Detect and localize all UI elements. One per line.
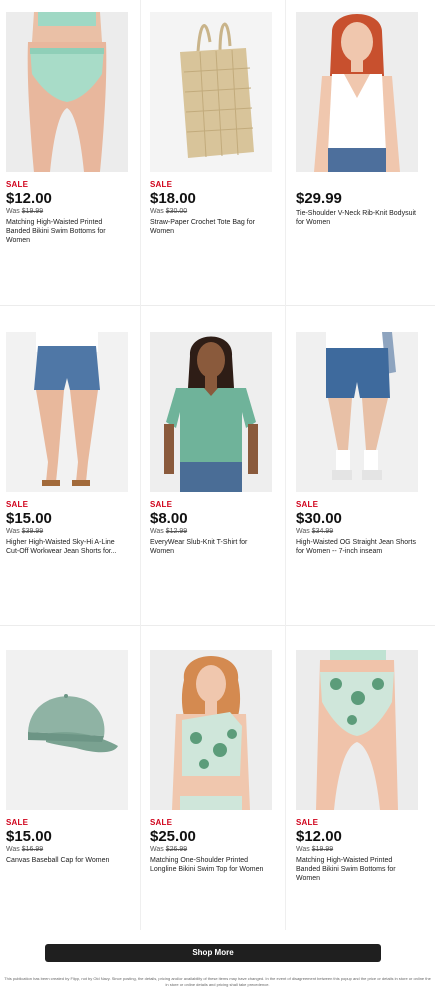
product-image[interactable] <box>296 650 418 810</box>
product-image[interactable] <box>6 332 128 492</box>
sale-label: SALE <box>6 500 29 509</box>
product-card[interactable]: SALE $18.00 Was $30.00 Straw-Paper Croch… <box>150 12 280 312</box>
sale-label: SALE <box>296 818 319 827</box>
was-price: Was $26.99 <box>150 846 188 853</box>
column-divider <box>285 0 286 930</box>
sale-label: SALE <box>150 180 173 189</box>
product-name[interactable]: Matching High-Waisted Printed Banded Bik… <box>296 856 418 883</box>
product-image[interactable] <box>150 650 272 810</box>
product-image[interactable] <box>150 12 272 172</box>
product-name[interactable]: Tie-Shoulder V-Neck Rib-Knit Bodysuit fo… <box>296 209 418 227</box>
was-price: Was $12.99 <box>150 528 188 535</box>
product-image[interactable] <box>6 650 128 810</box>
price: $29.99 <box>296 190 342 207</box>
product-card[interactable]: SALE $25.00 Was $26.99 Matching One-Shou… <box>150 650 280 950</box>
sale-label: SALE <box>150 500 173 509</box>
sale-label: SALE <box>6 818 29 827</box>
product-image[interactable] <box>296 332 418 492</box>
product-image[interactable] <box>150 332 272 492</box>
price: $12.00 <box>6 190 52 207</box>
product-info: $29.99 Tie-Shoulder V-Neck Rib-Knit Body… <box>296 180 426 227</box>
product-card[interactable]: SALE $30.00 Was $34.99 High-Waisted OG S… <box>296 332 426 632</box>
product-card[interactable]: $29.99 Tie-Shoulder V-Neck Rib-Knit Body… <box>296 12 426 312</box>
sale-label: SALE <box>6 180 29 189</box>
sale-label <box>296 180 426 190</box>
was-price: Was $34.99 <box>296 528 334 535</box>
product-image[interactable] <box>6 12 128 172</box>
product-name[interactable]: Matching High-Waisted Printed Banded Bik… <box>6 218 128 245</box>
disclaimer-text: This publication has been created by Fli… <box>4 976 431 987</box>
product-info: SALE $18.00 Was $30.00 Straw-Paper Croch… <box>150 180 280 236</box>
sale-label: SALE <box>150 818 173 827</box>
price: $18.00 <box>150 190 196 207</box>
product-name[interactable]: EveryWear Slub-Knit T-Shirt for Women <box>150 538 272 556</box>
was-price: Was $16.99 <box>6 846 44 853</box>
product-card[interactable]: SALE $15.00 Was $39.99 Higher High-Waist… <box>6 332 136 632</box>
was-price: Was $30.00 <box>150 208 188 215</box>
product-info: SALE $25.00 Was $26.99 Matching One-Shou… <box>150 818 280 874</box>
product-info: SALE $15.00 Was $16.99 Canvas Baseball C… <box>6 818 136 865</box>
sale-label: SALE <box>296 500 319 509</box>
product-card[interactable]: SALE $12.00 Was $19.99 Matching High-Wai… <box>296 650 426 950</box>
shop-more-button[interactable]: Shop More <box>45 944 381 962</box>
product-card[interactable]: SALE $15.00 Was $16.99 Canvas Baseball C… <box>6 650 136 950</box>
product-card[interactable]: SALE $12.00 Was $19.99 Matching High-Wai… <box>6 12 136 312</box>
product-name[interactable]: Straw-Paper Crochet Tote Bag for Women <box>150 218 272 236</box>
product-info: SALE $8.00 Was $12.99 EveryWear Slub-Kni… <box>150 500 280 556</box>
price: $30.00 <box>296 510 342 527</box>
product-info: SALE $15.00 Was $39.99 Higher High-Waist… <box>6 500 136 556</box>
price: $25.00 <box>150 828 196 845</box>
price: $15.00 <box>6 510 52 527</box>
price: $8.00 <box>150 510 188 527</box>
was-price: Was $19.99 <box>6 208 44 215</box>
product-image[interactable] <box>296 12 418 172</box>
product-info: SALE $12.00 Was $19.99 Matching High-Wai… <box>296 818 426 883</box>
product-name[interactable]: High-Waisted OG Straight Jean Shorts for… <box>296 538 418 556</box>
product-name[interactable]: Canvas Baseball Cap for Women <box>6 856 128 865</box>
product-info: SALE $12.00 Was $19.99 Matching High-Wai… <box>6 180 136 245</box>
product-name[interactable]: Matching One-Shoulder Printed Longline B… <box>150 856 272 874</box>
price: $12.00 <box>296 828 342 845</box>
product-card[interactable]: SALE $8.00 Was $12.99 EveryWear Slub-Kni… <box>150 332 280 632</box>
price: $15.00 <box>6 828 52 845</box>
product-info: SALE $30.00 Was $34.99 High-Waisted OG S… <box>296 500 426 556</box>
column-divider <box>140 0 141 930</box>
was-price: Was $19.99 <box>296 846 334 853</box>
was-price: Was $39.99 <box>6 528 44 535</box>
product-name[interactable]: Higher High-Waisted Sky-Hi A-Line Cut-Of… <box>6 538 128 556</box>
